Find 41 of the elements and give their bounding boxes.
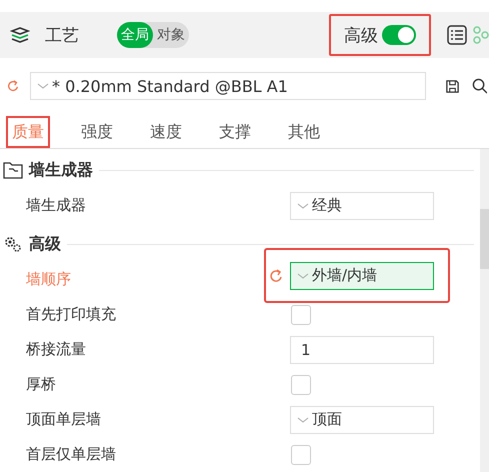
panel-title: 工艺 [45,24,79,46]
setting-label: 首层仅单层墙 [26,445,117,464]
section-title: 墙生成器 [29,160,93,180]
scope-tab[interactable]: 对象 [153,22,189,48]
setting-label: 墙生成器 [26,196,87,215]
setting-label: 顶面单层墙 [26,410,102,429]
setting-label: 墙顺序 [26,270,72,289]
save-icon[interactable] [445,78,460,94]
setting-label: 厚桥 [26,375,57,394]
wall-icon [3,161,23,179]
gears-icon [3,235,23,253]
scope-switch[interactable]: 全局 对象 [117,22,189,48]
checkbox[interactable] [291,444,311,464]
input-field[interactable]: 1 [290,336,434,364]
setting-label: 桥接流量 [26,340,87,359]
scrollbar[interactable] [480,149,489,472]
layers-icon[interactable] [10,26,30,44]
checkbox[interactable] [291,304,311,324]
section-title: 高级 [29,234,61,254]
reset-icon[interactable] [268,268,284,284]
tab[interactable]: 支撑 [213,116,257,148]
tab[interactable]: 速度 [144,116,188,148]
nodes-icon[interactable] [472,25,489,45]
tab[interactable]: 其他 [282,116,326,148]
chevron-down-icon [297,272,309,278]
advanced-toggle[interactable] [382,25,416,45]
dropdown[interactable]: 外墙/内墙 [290,262,434,290]
search-icon[interactable] [472,78,487,94]
advanced-label: 高级 [344,24,378,46]
dropdown[interactable]: 经典 [290,192,434,220]
checkbox[interactable] [291,374,311,394]
chevron-down-icon [37,83,49,89]
setting-label: 首先打印填充 [26,305,117,324]
dropdown[interactable]: 顶面 [290,406,434,434]
chevron-down-icon [297,202,309,208]
chevron-down-icon [297,416,309,422]
scrollbar-thumb[interactable] [480,209,489,269]
tab[interactable]: 强度 [75,116,119,148]
list-icon[interactable] [447,25,467,45]
preset-dropdown[interactable]: * 0.20mm Standard @BBL A1 [30,72,426,100]
reset-icon[interactable] [6,79,20,93]
